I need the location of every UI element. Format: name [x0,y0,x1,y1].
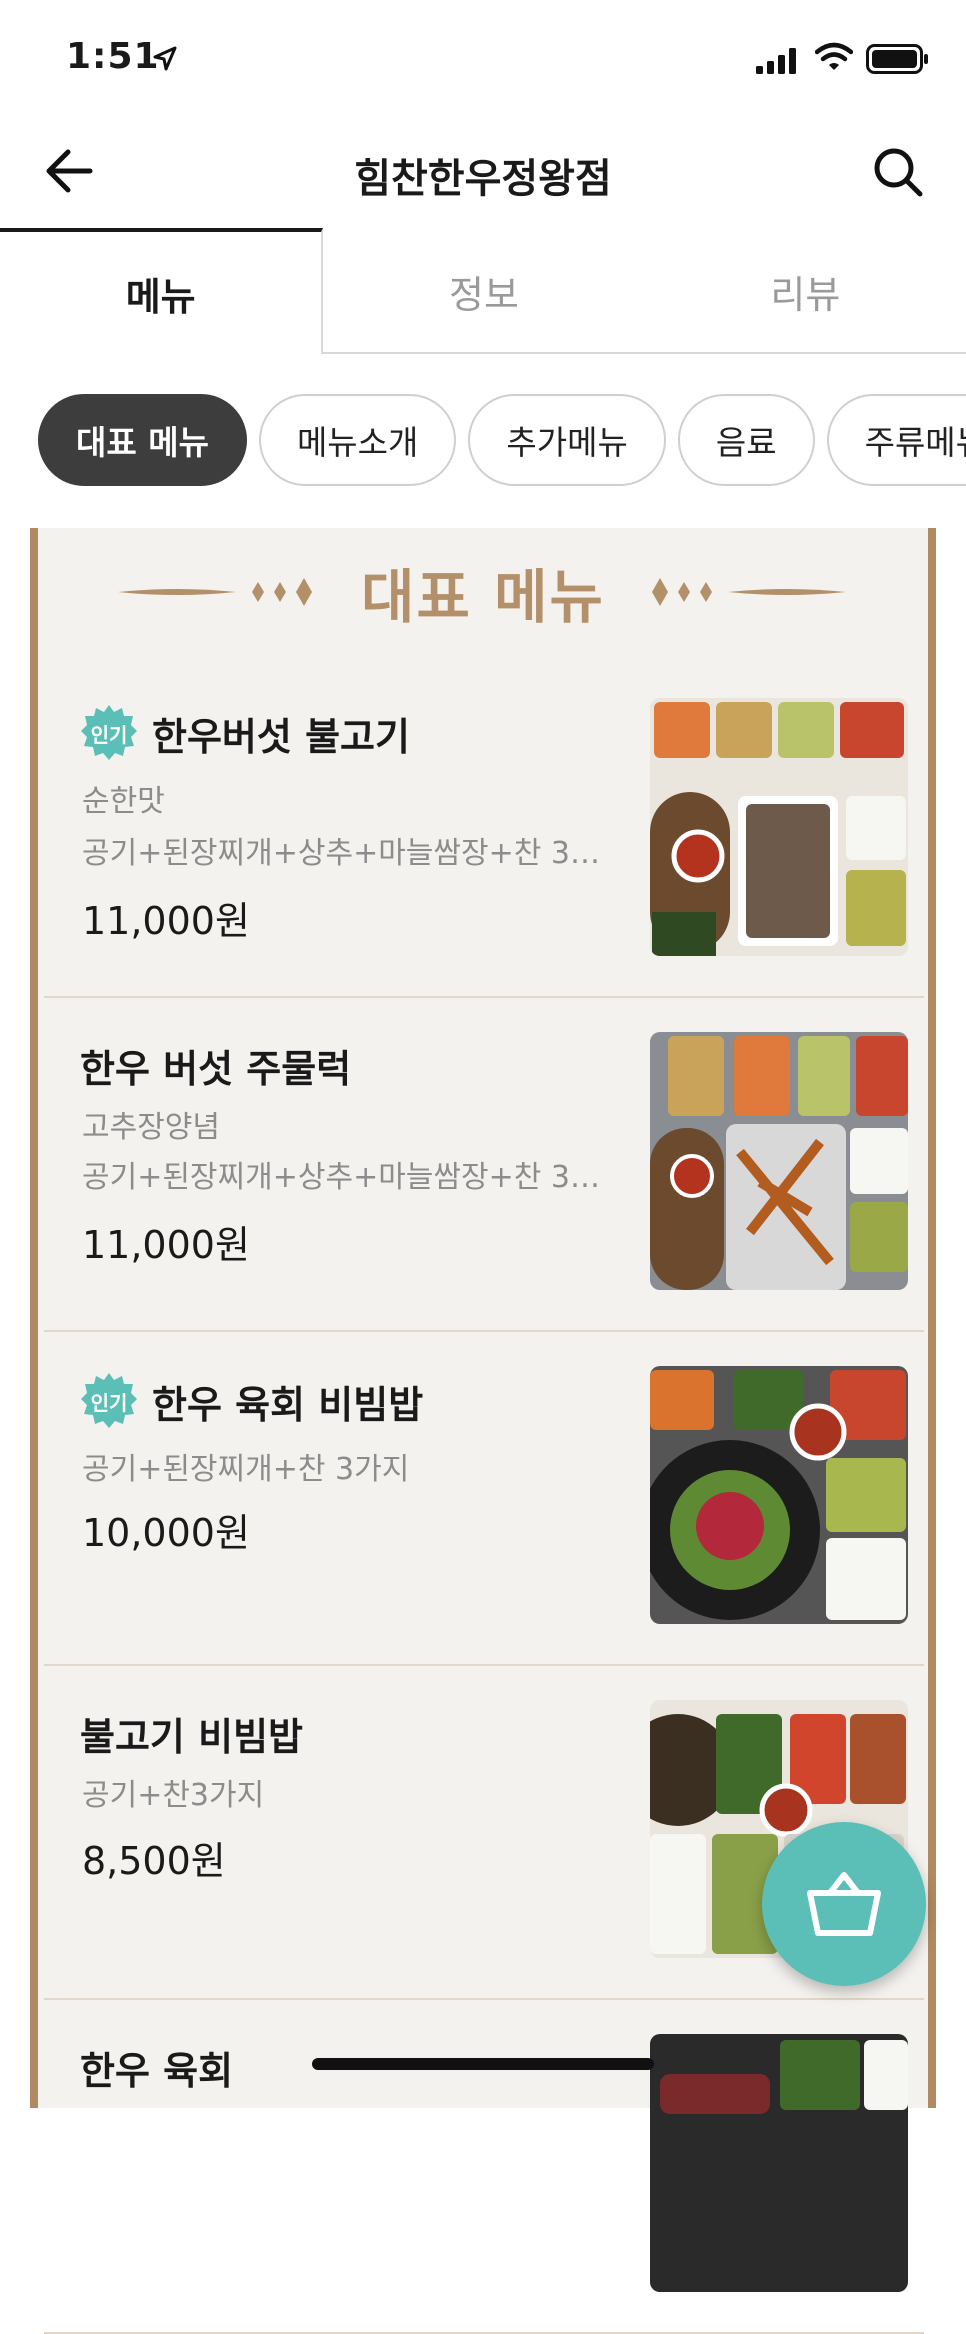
popular-badge: 인기 [80,704,138,762]
item-description: 고추장양념 [82,1110,220,1145]
item-description: 공기+된장찌개+찬 3가지 [82,1452,410,1487]
chip-extra-menu[interactable]: 추가메뉴 [468,394,666,486]
food-photo [650,698,908,956]
item-name: 한우 버섯 주물럭 [80,1047,352,1091]
item-name: 불고기 비빔밥 [80,1715,303,1759]
chip-signature-menu[interactable]: 대표 메뉴 [38,394,247,486]
food-photo [650,1032,908,1290]
section-header: 대표 메뉴 [22,542,944,631]
cellular-signal-icon [756,48,796,74]
tab-bar: 메뉴 정보 리뷰 [0,228,966,354]
item-name: 한우 육회 비빔밥 [152,1382,424,1427]
popular-badge: 인기 [80,1372,138,1430]
item-name: 한우 육회 [80,2049,234,2093]
item-sides: 공기+된장찌개+상추+마늘쌈장+찬 3가지 [82,836,602,871]
menu-item[interactable]: 한우 버섯 주물럭 고추장양념 공기+된장찌개+상추+마늘쌈장+찬 3가지 11… [44,996,924,1332]
item-price: 8,500원 [82,1839,226,1883]
search-icon[interactable] [872,146,924,198]
store-title: 힘찬한우정왕점 [354,156,612,202]
status-bar: 1:51 [0,0,966,110]
badge-label: 인기 [90,722,128,747]
app-header: 힘찬한우정왕점 [0,110,966,230]
item-name-row: 인기 한우 육회 비빔밥 [80,1372,423,1430]
item-description: 공기+찬3가지 [82,1778,265,1813]
item-description: 순한맛 [82,784,165,819]
basket-icon [807,1872,881,1936]
item-name-row: 한우 버섯 주물럭 [80,1038,351,1093]
item-name-row: 인기 한우버섯 불고기 [80,704,410,762]
menu-item[interactable]: 인기 한우버섯 불고기 순한맛 공기+된장찌개+상추+마늘쌈장+찬 3가지 11… [44,662,924,998]
badge-label: 인기 [90,1390,128,1415]
menu-item[interactable]: 인기 한우 육회 비빔밥 공기+된장찌개+찬 3가지 10,000원 [44,1330,924,1666]
wifi-icon [815,42,853,70]
status-time: 1:51 [66,36,160,77]
item-sides: 공기+된장찌개+상추+마늘쌈장+찬 3가지 [82,1160,602,1195]
food-photo [650,2034,908,2292]
chip-menu-intro[interactable]: 메뉴소개 [258,394,457,486]
tab-reviews[interactable]: 리뷰 [644,228,966,354]
item-name-row: 한우 육회 [80,2040,233,2095]
cart-button[interactable] [762,1822,926,1986]
menu-item[interactable]: 한우 육회 [44,1998,924,2334]
food-photo [650,1366,908,1624]
home-indicator[interactable] [312,2058,654,2070]
item-name: 한우버섯 불고기 [152,714,410,759]
tab-info[interactable]: 정보 [323,228,645,354]
ornament-right-icon [652,578,846,606]
item-price: 11,000원 [82,899,250,943]
tab-menu[interactable]: 메뉴 [0,228,324,354]
item-price: 11,000원 [82,1223,250,1267]
chip-drinks[interactable]: 음료 [677,394,815,486]
item-price: 10,000원 [82,1511,250,1555]
battery-icon [866,44,928,74]
location-arrow-icon [153,46,177,71]
item-name-row: 불고기 비빔밥 [80,1706,303,1761]
chip-alcohol-menu[interactable]: 주류메뉴 [826,394,966,486]
category-chips: 대표 메뉴 메뉴소개 추가메뉴 음료 주류메뉴 [38,394,966,486]
